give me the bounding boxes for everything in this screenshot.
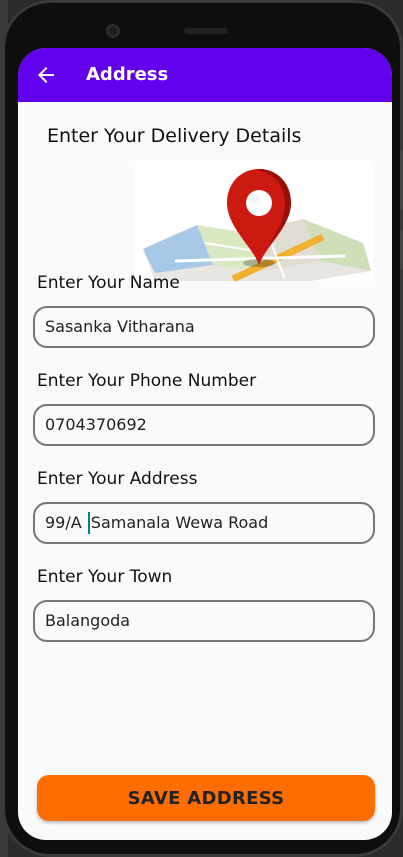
app-screen: Address Enter Your Delivery Details Ente… [18, 48, 392, 840]
name-value: Sasanka Vitharana [45, 317, 195, 336]
text-cursor [87, 512, 90, 534]
phone-value: 0704370692 [45, 415, 147, 434]
address-label: Enter Your Address [37, 469, 198, 489]
address-value-before-cursor: 99/A [45, 513, 87, 532]
app-bar-title: Address [86, 64, 169, 85]
name-field[interactable]: Sasanka Vitharana [33, 306, 375, 348]
speaker-grille [184, 28, 228, 34]
name-label: Enter Your Name [37, 273, 180, 293]
phone-field[interactable]: 0704370692 [33, 404, 375, 446]
save-address-button[interactable]: SAVE ADDRESS [37, 775, 375, 821]
app-bar: Address [18, 48, 392, 102]
camera-icon [106, 24, 120, 38]
town-label: Enter Your Town [37, 567, 173, 587]
arrow-left-icon[interactable] [34, 63, 58, 87]
page-heading: Enter Your Delivery Details [47, 125, 302, 147]
phone-label: Enter Your Phone Number [37, 371, 257, 391]
phone-frame: Address Enter Your Delivery Details Ente… [2, 0, 403, 857]
town-value: Balangoda [45, 611, 131, 630]
address-value-after-cursor: Samanala Wewa Road [90, 513, 269, 532]
address-field[interactable]: 99/A Samanala Wewa Road [33, 502, 375, 544]
town-field[interactable]: Balangoda [33, 600, 375, 642]
map-pin-image [135, 161, 373, 281]
